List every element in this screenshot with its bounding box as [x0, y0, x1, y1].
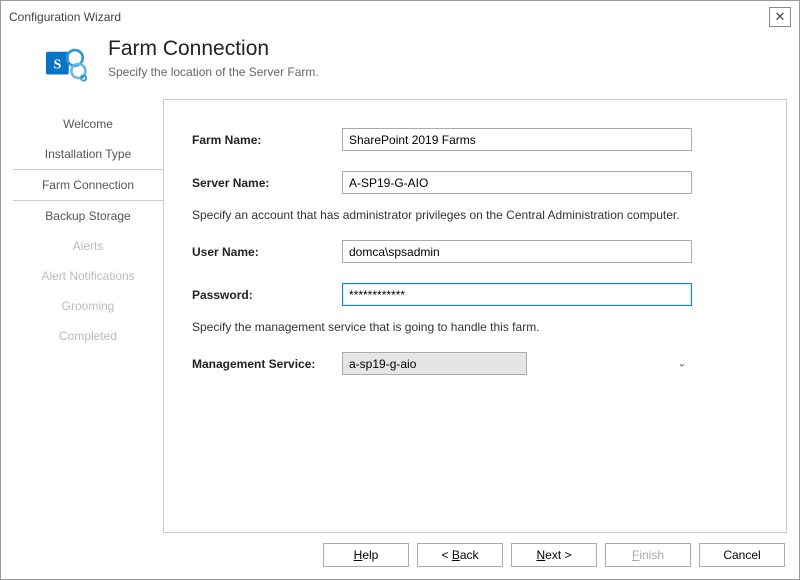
row-user-name: User Name: [192, 240, 758, 263]
row-server-name: Server Name: [192, 171, 758, 194]
row-password: Password: [192, 283, 758, 306]
sidebar-item-grooming: Grooming [13, 291, 163, 321]
close-button[interactable]: ✕ [769, 7, 791, 27]
header-text: Farm Connection Specify the location of … [108, 37, 319, 79]
management-service-select-wrap[interactable]: ⌄ [342, 352, 692, 375]
next-button[interactable]: Next > [511, 543, 597, 567]
sidebar-item-alert-notifications: Alert Notifications [13, 261, 163, 291]
sidebar-item-completed: Completed [13, 321, 163, 351]
page-title: Farm Connection [108, 37, 319, 61]
sharepoint-logo-icon: S [46, 43, 88, 85]
header: S Farm Connection Specify the location o… [1, 27, 799, 99]
sidebar: Welcome Installation Type Farm Connectio… [13, 99, 163, 533]
label-server-name: Server Name: [192, 176, 342, 190]
label-user-name: User Name: [192, 245, 342, 259]
row-management-service: Management Service: ⌄ [192, 352, 758, 375]
sidebar-item-installation-type[interactable]: Installation Type [13, 139, 163, 169]
row-farm-name: Farm Name: [192, 128, 758, 151]
help-button[interactable]: Help [323, 543, 409, 567]
sidebar-item-backup-storage[interactable]: Backup Storage [13, 201, 163, 231]
back-button[interactable]: < Back [417, 543, 503, 567]
page-subtitle: Specify the location of the Server Farm. [108, 65, 319, 79]
cancel-button[interactable]: Cancel [699, 543, 785, 567]
close-icon: ✕ [775, 9, 786, 25]
service-help-text: Specify the management service that is g… [192, 320, 758, 334]
label-management-service: Management Service: [192, 357, 342, 371]
admin-help-text: Specify an account that has administrato… [192, 208, 758, 222]
management-service-select[interactable] [342, 352, 527, 375]
chevron-down-icon: ⌄ [678, 358, 686, 369]
farm-name-input[interactable] [342, 128, 692, 151]
body: Welcome Installation Type Farm Connectio… [1, 99, 799, 533]
user-name-input[interactable] [342, 240, 692, 263]
finish-button: Finish [605, 543, 691, 567]
wizard-window: Configuration Wizard ✕ S Farm Connection… [0, 0, 800, 580]
sidebar-item-welcome[interactable]: Welcome [13, 109, 163, 139]
server-name-input[interactable] [342, 171, 692, 194]
svg-text:S: S [53, 57, 61, 72]
label-farm-name: Farm Name: [192, 133, 342, 147]
label-password: Password: [192, 288, 342, 302]
password-input[interactable] [342, 283, 692, 306]
sidebar-item-alerts: Alerts [13, 231, 163, 261]
window-title: Configuration Wizard [9, 10, 121, 24]
content-panel: Farm Name: Server Name: Specify an accou… [163, 99, 787, 533]
footer: Help < Back Next > Finish Cancel [1, 533, 799, 579]
titlebar: Configuration Wizard ✕ [1, 1, 799, 27]
sidebar-item-farm-connection[interactable]: Farm Connection [13, 169, 163, 201]
